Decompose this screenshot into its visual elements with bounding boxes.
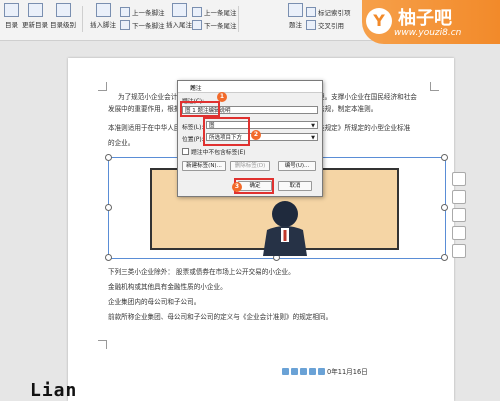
resize-handle[interactable] [105, 154, 112, 161]
down-arrow-icon [192, 20, 202, 30]
emoji-icon [318, 367, 325, 375]
step-badge: 2 [251, 130, 261, 140]
toc-button[interactable]: 目录 [4, 3, 19, 29]
delete-label-button[interactable]: 删除标签(D) [230, 161, 270, 171]
resize-handle[interactable] [441, 254, 448, 261]
dialog-title-bar: 题注 × [178, 81, 322, 93]
date-line: 0年11月16日 [282, 366, 368, 376]
numbering-button[interactable]: 编号(U)... [278, 161, 316, 171]
layout-options-icon[interactable] [452, 172, 466, 186]
paragraph-text: 法规，制定本准则。 [318, 105, 378, 113]
toc-icon [4, 3, 19, 17]
resize-handle[interactable] [441, 154, 448, 161]
insert-footnote-button[interactable]: 插入脚注 [90, 3, 116, 29]
paragraph-text: 的企业。 [108, 139, 135, 147]
resize-handle[interactable] [105, 254, 112, 261]
emoji-icon [291, 367, 298, 375]
paragraph-text: 本准则适用于在中华人民 [108, 124, 181, 132]
mark-index-button[interactable]: 标记索引项 [306, 7, 351, 17]
cancel-button[interactable]: 取消 [278, 181, 312, 191]
caption-icon [288, 3, 303, 17]
toc-level-button[interactable]: 目录级别 [50, 3, 76, 29]
zoom-in-icon[interactable] [452, 190, 466, 204]
site-logo: Y 柚子吧 www.youzi8.cn [362, 0, 500, 44]
index-icon [306, 7, 316, 17]
chevron-down-icon: ▼ [311, 135, 315, 141]
crop-icon[interactable] [452, 208, 466, 222]
illustration-person [263, 201, 307, 256]
emoji-icon [309, 367, 316, 375]
prev-endnote-button[interactable]: 上一条尾注 [192, 7, 237, 17]
highlight-label-position [203, 117, 250, 146]
divider [82, 6, 83, 32]
watermark-text: Lian [30, 380, 78, 401]
divider [238, 6, 239, 32]
new-label-button[interactable]: 新建标签(N)... [182, 161, 226, 171]
logo-icon: Y [366, 8, 392, 34]
chevron-down-icon: ▼ [311, 123, 315, 129]
checkbox-box [182, 148, 189, 155]
highlight-caption-field [180, 101, 220, 117]
cross-reference-button[interactable]: 交叉引用 [306, 20, 344, 30]
paragraph-text: 下列三类小企业除外： 股票或债券在市场上公开交易的小企业。 [108, 268, 295, 276]
more-icon[interactable] [452, 244, 466, 258]
paragraph-text: 准规定》所规定的小型企业标准 [318, 124, 411, 132]
update-toc-button[interactable]: 更新目录 [22, 3, 48, 29]
resize-handle[interactable] [441, 204, 448, 211]
caption-button[interactable]: 题注 [288, 3, 303, 29]
level-icon [55, 3, 71, 17]
date-text: 0年11月16日 [327, 368, 368, 376]
margin-corner [430, 82, 439, 91]
insert-endnote-button[interactable]: 插入尾注 [166, 3, 192, 29]
paragraph-text: 前款所称企业集团、母公司和子公司的定义与《企业会计准则》的规定相同。 [108, 313, 333, 321]
paragraph-text: 理。支撑小企业在国民经济和社会 [318, 93, 417, 101]
endnote-icon [171, 3, 187, 17]
up-arrow-icon [192, 7, 202, 17]
emoji-icon [300, 367, 307, 375]
step-badge: 3 [232, 182, 242, 192]
prev-footnote-button[interactable]: 上一条脚注 [120, 7, 165, 17]
margin-corner [98, 82, 107, 91]
margin-corner [98, 340, 107, 349]
label-label: 标签(L): [182, 125, 204, 131]
close-icon[interactable]: × [190, 83, 319, 91]
step-badge: 1 [217, 92, 227, 102]
footnote-icon [95, 3, 111, 17]
down-arrow-icon [120, 20, 130, 30]
next-footnote-button[interactable]: 下一条脚注 [120, 20, 165, 30]
paragraph-text: 发展中的重要作用，根据 [108, 105, 181, 113]
logo-title: 柚子吧 [398, 8, 452, 29]
logo-url: www.youzi8.cn [394, 28, 462, 38]
position-label: 位置(P): [182, 137, 204, 143]
paragraph-text: 金融机构或其他具有金融性质的小企业。 [108, 283, 227, 291]
resize-handle[interactable] [105, 204, 112, 211]
link-icon [306, 20, 316, 30]
paragraph-text: 企业集团内的母公司和子公司。 [108, 298, 201, 306]
up-arrow-icon [120, 7, 130, 17]
refresh-icon [27, 3, 43, 17]
exclude-label-checkbox[interactable]: 题注中不包含标签(E) [182, 147, 246, 156]
paragraph-text: 为了规范小企业会计 [118, 93, 178, 101]
picture-icon[interactable] [452, 226, 466, 240]
next-endnote-button[interactable]: 下一条尾注 [192, 20, 237, 30]
emoji-icon [282, 367, 289, 375]
